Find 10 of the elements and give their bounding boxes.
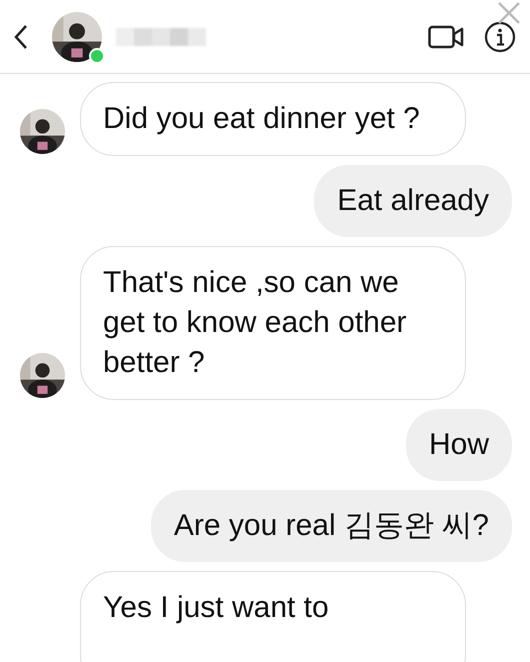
info-icon[interactable] (484, 20, 516, 52)
received-message: That's nice ,so can we get to know each other better ? (80, 246, 466, 400)
received-message: Yes I just want to (80, 571, 466, 662)
video-call-icon[interactable] (428, 24, 464, 48)
received-message: Did you eat dinner yet ? (80, 82, 466, 156)
back-icon[interactable] (14, 24, 28, 50)
sent-message: Eat already (314, 165, 512, 237)
sent-message: Are you real 김동완 씨? (150, 490, 512, 562)
sent-message: How (406, 409, 512, 481)
close-icon[interactable] (496, 0, 522, 26)
